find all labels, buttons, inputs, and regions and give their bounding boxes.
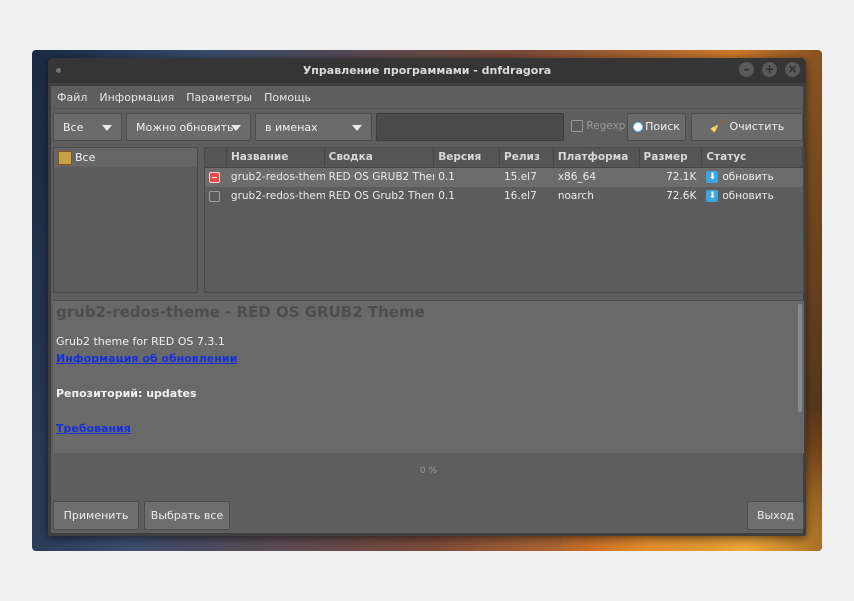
col-summary[interactable]: Сводка: [325, 148, 435, 167]
search-button-label: Поиск: [645, 120, 680, 133]
window-menu-icon[interactable]: [56, 68, 61, 73]
regexp-label: Regexp: [586, 120, 626, 132]
sidebar-item-label: Все: [75, 151, 96, 164]
clear-search-button[interactable]: 🧹 Очистить поиск: [691, 113, 803, 159]
filter-all-label: Все: [63, 121, 84, 134]
info-scrollbar[interactable]: [798, 304, 802, 412]
info-description: Grub2 theme for RED OS 7.3.1: [56, 335, 225, 348]
progress-label: 0 %: [419, 466, 438, 476]
cell-summary: RED OS Grub2 Theme: [328, 190, 435, 202]
col-release[interactable]: Релиз: [500, 148, 554, 167]
cell-summary: RED OS GRUB2 Theme: [328, 171, 435, 183]
close-icon[interactable]: ×: [785, 62, 800, 77]
col-size[interactable]: Размер: [640, 148, 703, 167]
exit-button[interactable]: Выход: [747, 501, 804, 530]
status-label: обновить: [722, 190, 774, 202]
group-sidebar: Все: [53, 147, 198, 293]
col-status[interactable]: Статус: [702, 148, 803, 167]
col-name[interactable]: Название: [227, 148, 325, 167]
cell-release: 16.el7: [504, 190, 537, 202]
cell-size: 72.6K: [666, 190, 697, 202]
update-info-link[interactable]: Информация об обновлении: [56, 352, 237, 365]
info-repository: Репозиторий: updates: [56, 387, 197, 400]
status-label: обновить: [722, 171, 774, 183]
cell-name: grub2-redos-theme: [230, 190, 325, 202]
checkbox-icon[interactable]: [571, 120, 583, 132]
requirements-link[interactable]: Требования: [56, 422, 131, 435]
package-info-panel: grub2-redos-theme - RED OS GRUB2 Theme G…: [53, 300, 804, 453]
package-group-icon: [58, 151, 72, 165]
cell-version: 0.1: [438, 171, 455, 183]
cell-size: 72.1K: [666, 171, 697, 183]
maximize-icon[interactable]: +: [762, 62, 777, 77]
sidebar-item-all[interactable]: Все: [54, 148, 197, 167]
search-button[interactable]: Поиск: [627, 113, 686, 141]
row-checkbox[interactable]: [205, 168, 227, 187]
table-row[interactable]: grub2-redos-theme RED OS Grub2 Theme 0.1…: [205, 187, 803, 206]
apply-button[interactable]: Применить: [53, 501, 139, 530]
chevron-down-icon: [102, 125, 112, 131]
menu-help[interactable]: Помощь: [264, 91, 311, 104]
window-title: Управление программами - dnfdragora: [302, 64, 552, 77]
remove-mark-icon[interactable]: [209, 172, 220, 183]
filter-status-label: Можно обновить: [136, 121, 234, 134]
chevron-down-icon: [231, 125, 241, 131]
cell-platform: x86_64: [557, 171, 597, 183]
col-platform[interactable]: Платформа: [554, 148, 640, 167]
menubar: Файл Информация Параметры Помощь: [51, 86, 803, 109]
row-checkbox[interactable]: [205, 187, 227, 206]
checkbox-icon[interactable]: [209, 191, 220, 202]
chevron-down-icon: [352, 125, 362, 131]
search-field-combo[interactable]: в именах: [255, 113, 372, 141]
window-controls: – + ×: [739, 62, 800, 77]
cell-release: 15.el7: [504, 171, 537, 183]
client-area: Файл Информация Параметры Помощь Все Мож…: [51, 86, 804, 533]
titlebar[interactable]: Управление программами - dnfdragora – + …: [48, 58, 806, 83]
cell-platform: noarch: [557, 190, 594, 202]
col-check[interactable]: [205, 148, 227, 167]
download-icon: ⬇: [706, 190, 719, 202]
cell-name: grub2-redos-theme: [230, 171, 325, 183]
search-icon: [633, 122, 644, 132]
progress-bar: 0 %: [53, 456, 804, 486]
regexp-checkbox[interactable]: Regexp: [571, 120, 625, 132]
minimize-icon[interactable]: –: [739, 62, 754, 77]
col-version[interactable]: Версия: [434, 148, 501, 167]
search-field-label: в именах: [265, 121, 318, 134]
filter-all-combo[interactable]: Все: [53, 113, 122, 141]
download-icon: ⬇: [706, 171, 719, 183]
table-row[interactable]: grub2-redos-theme RED OS GRUB2 Theme 0.1…: [205, 168, 803, 187]
toolbar: Все Можно обновить в именах Regexp Поиск: [53, 113, 803, 159]
select-all-button[interactable]: Выбрать все: [144, 501, 230, 530]
cell-status: ⬇ обновить: [702, 168, 803, 187]
info-title: grub2-redos-theme - RED OS GRUB2 Theme: [56, 303, 425, 321]
filter-status-combo[interactable]: Можно обновить: [126, 113, 251, 141]
broom-icon: 🧹: [709, 119, 726, 134]
table-header: Название Сводка Версия Релиз Платформа Р…: [205, 148, 803, 168]
menu-file[interactable]: Файл: [57, 91, 87, 104]
menu-info[interactable]: Информация: [99, 91, 174, 104]
app-window: Управление программами - dnfdragora – + …: [48, 58, 806, 536]
cell-version: 0.1: [438, 190, 455, 202]
package-table: Название Сводка Версия Релиз Платформа Р…: [204, 147, 804, 293]
menu-params[interactable]: Параметры: [186, 91, 252, 104]
cell-status: ⬇ обновить: [702, 187, 803, 206]
search-input[interactable]: [376, 113, 564, 141]
